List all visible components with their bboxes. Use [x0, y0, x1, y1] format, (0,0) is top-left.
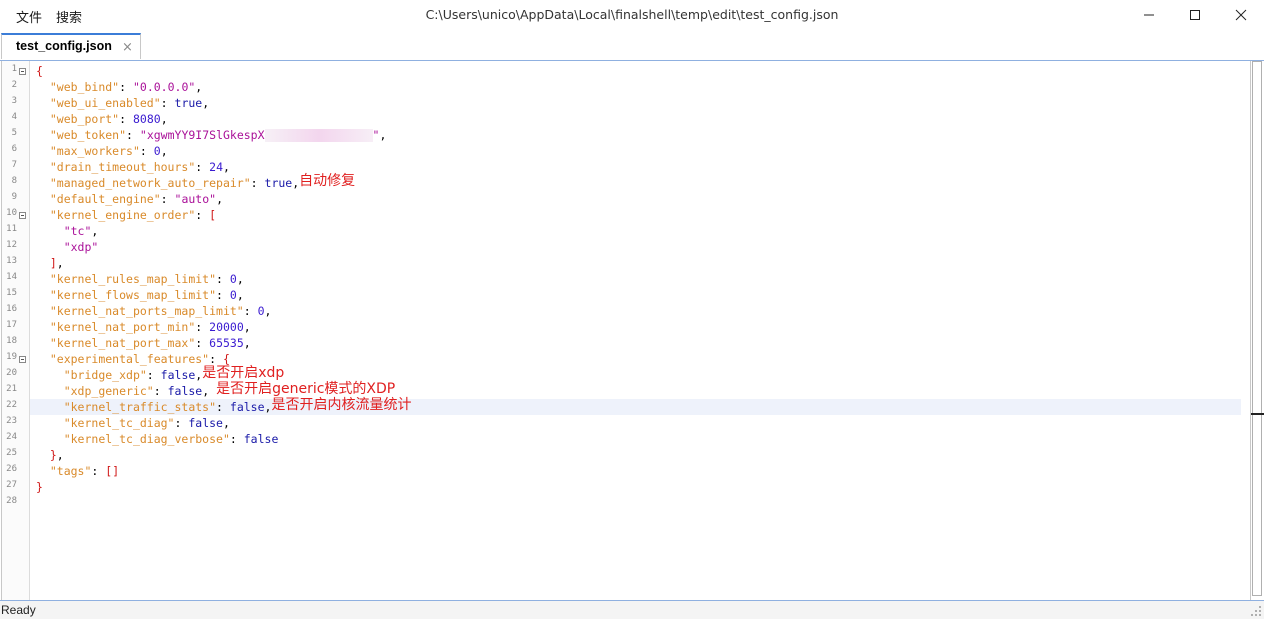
annotation-bridge-xdp: 是否开启xdp [202, 365, 285, 381]
code-line: "web_bind": "0.0.0.0", [49, 80, 203, 94]
line-number: 1 [11, 64, 17, 74]
code-line: } [36, 480, 43, 494]
code-line: "tags": [] [49, 464, 120, 478]
line-number: 7 [11, 160, 17, 170]
line-number: 12 [6, 240, 17, 250]
line-number: 26 [6, 464, 17, 474]
code-editor[interactable]: 1 2 3 4 5 6 7 8 9 10 11 12 13 14 15 16 1… [1, 61, 1250, 600]
line-number: 22 [6, 400, 17, 410]
vertical-scrollbar[interactable] [1250, 61, 1264, 600]
redaction-mask [264, 129, 373, 142]
maximize-button[interactable] [1172, 0, 1218, 30]
code-line: "kernel_nat_port_min": 20000, [49, 320, 251, 334]
code-line: "drain_timeout_hours": 24, [49, 160, 230, 174]
scrollbar-thumb[interactable] [1252, 61, 1262, 596]
line-number: 19 [6, 352, 17, 362]
code-line: "web_port": 8080, [49, 112, 168, 126]
tab-test-config[interactable]: test_config.json × [1, 33, 141, 59]
code-line: "xdp" [63, 240, 99, 254]
line-number: 18 [6, 336, 17, 346]
annotation-xdp-generic: 是否开启generic模式的XDP [216, 381, 396, 397]
line-number: 14 [6, 272, 17, 282]
status-text: Ready [1, 603, 36, 617]
line-number: 25 [6, 448, 17, 458]
code-line: "kernel_traffic_stats": false,是否开启内核流量统计 [63, 397, 412, 414]
code-line: "kernel_engine_order": [ [49, 208, 217, 222]
code-line: "kernel_nat_port_max": 65535, [49, 336, 251, 350]
code-line: "experimental_features": { [49, 352, 230, 366]
tab-label: test_config.json [16, 39, 112, 53]
line-number-gutter: 1 2 3 4 5 6 7 8 9 10 11 12 13 14 15 16 1… [2, 61, 30, 600]
line-number: 17 [6, 320, 17, 330]
line-number: 20 [6, 368, 17, 378]
scrollbar-caret-marker [1251, 413, 1264, 415]
minimize-button[interactable] [1126, 0, 1172, 30]
code-line: }, [49, 448, 64, 462]
line-number: 11 [6, 224, 17, 234]
tab-close-icon[interactable]: × [122, 40, 133, 55]
fold-toggle-icon[interactable] [19, 212, 26, 219]
code-line: "kernel_tc_diag": false, [63, 416, 230, 430]
tab-bar: test_config.json × [0, 30, 1264, 60]
code-line: "web_token": "xgwmYY9I7SlGkespX ", [49, 128, 387, 142]
code-line: "kernel_tc_diag_verbose": false [63, 432, 279, 446]
resize-grip-icon[interactable] [1250, 605, 1262, 617]
annotation-auto-repair: 自动修复 [299, 173, 356, 189]
line-number: 9 [11, 192, 17, 202]
code-line: ], [49, 256, 64, 270]
annotation-traffic-stats: 是否开启内核流量统计 [271, 397, 412, 413]
line-number: 2 [11, 80, 17, 90]
code-line: "managed_network_auto_repair": true,自动修复 [49, 173, 356, 190]
line-number: 16 [6, 304, 17, 314]
code-content[interactable]: { "web_bind": "0.0.0.0", "web_ui_enabled… [36, 61, 411, 494]
code-line: "kernel_nat_ports_map_limit": 0, [49, 304, 272, 318]
title-bar: 文件 搜索 C:\Users\unico\AppData\Local\final… [0, 0, 1264, 30]
fold-toggle-icon[interactable] [19, 356, 26, 363]
line-number: 28 [6, 496, 17, 506]
code-line: "kernel_rules_map_limit": 0, [49, 272, 244, 286]
line-number: 23 [6, 416, 17, 426]
close-icon [1235, 9, 1247, 21]
line-number: 3 [11, 96, 17, 106]
line-number: 4 [11, 112, 17, 122]
line-number: 24 [6, 432, 17, 442]
line-number: 8 [11, 176, 17, 186]
maximize-icon [1190, 10, 1200, 20]
close-window-button[interactable] [1218, 0, 1264, 30]
code-line: "web_ui_enabled": true, [49, 96, 210, 110]
line-number: 5 [11, 128, 17, 138]
code-line: "max_workers": 0, [49, 144, 168, 158]
line-number: 10 [6, 208, 17, 218]
line-number: 15 [6, 288, 17, 298]
code-line: "tc", [63, 224, 99, 238]
code-line: { [36, 64, 43, 78]
minimize-icon [1144, 14, 1154, 16]
code-line: "kernel_flows_map_limit": 0, [49, 288, 244, 302]
code-line: "default_engine": "auto", [49, 192, 223, 206]
status-bar: Ready [0, 600, 1264, 619]
line-number: 13 [6, 256, 17, 266]
line-number: 6 [11, 144, 17, 154]
window-title: C:\Users\unico\AppData\Local\finalshell\… [425, 7, 839, 22]
line-number: 27 [6, 480, 17, 490]
line-number: 21 [6, 384, 17, 394]
fold-toggle-icon[interactable] [19, 68, 26, 75]
